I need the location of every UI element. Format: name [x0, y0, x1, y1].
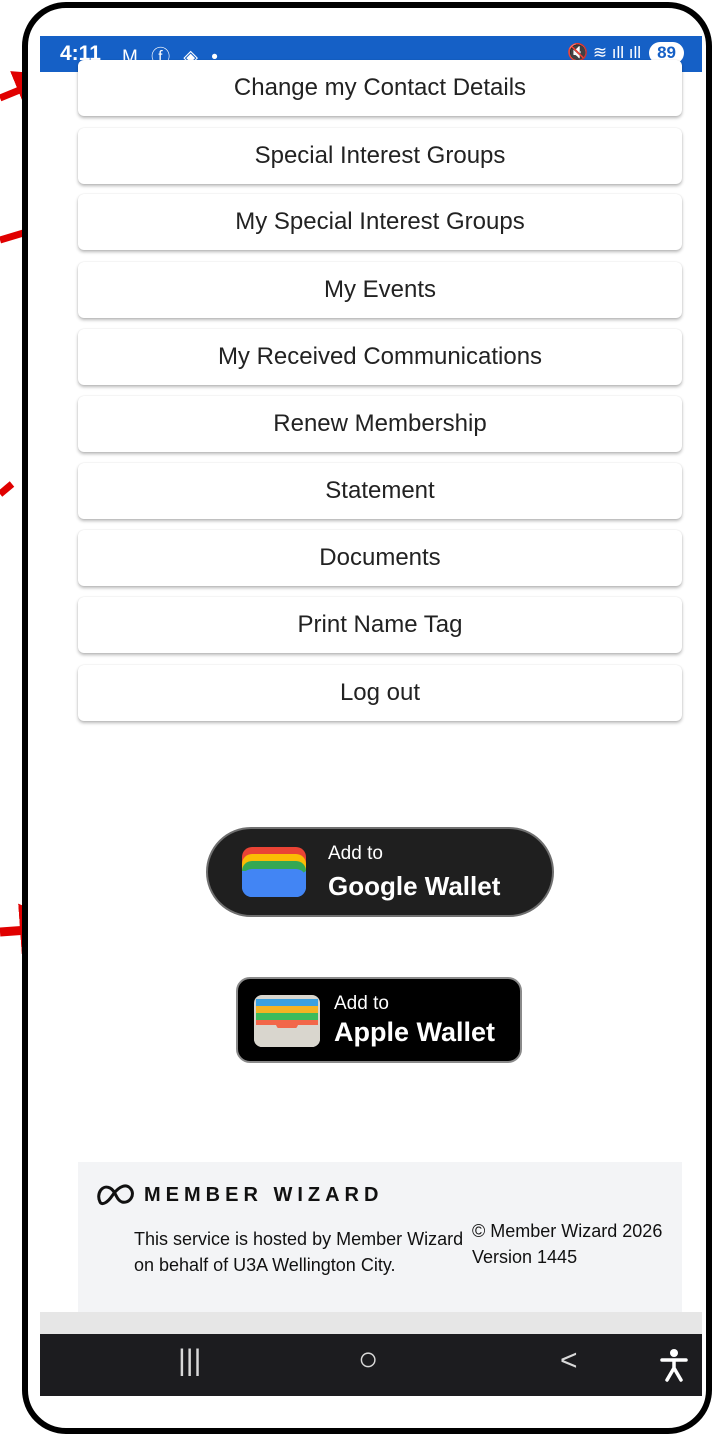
member-wizard-logo: MEMBER WIZARD: [96, 1182, 383, 1208]
statement-button[interactable]: Statement: [78, 463, 682, 519]
apple-wallet-line2: Apple Wallet: [334, 1017, 496, 1047]
sheet-bottom-edge: [40, 1312, 702, 1334]
phone-frame: 4:11 M ⓕ ◈ • 🔇 ≋ ıll ıll 89 Change my Co…: [22, 2, 712, 1434]
google-wallet-icon: [242, 847, 306, 897]
hosting-notice: This service is hosted by Member Wizard …: [134, 1229, 464, 1275]
member-wizard-logo-icon: [97, 1184, 134, 1206]
add-to-google-wallet-button[interactable]: Add to Google Wallet: [206, 827, 554, 917]
copyright-notice: © Member Wizard 2026 Version 1445: [472, 1221, 663, 1267]
special-interest-groups-button[interactable]: Special Interest Groups: [78, 128, 682, 184]
annotation-arrow-3: [0, 481, 15, 497]
google-wallet-line2: Google Wallet: [328, 871, 501, 901]
back-icon[interactable]: <: [560, 1344, 578, 1378]
my-special-interest-groups-button[interactable]: My Special Interest Groups: [78, 194, 682, 250]
screen: 4:11 M ⓕ ◈ • 🔇 ≋ ıll ıll 89 Change my Co…: [40, 36, 702, 1396]
recents-icon[interactable]: |||: [178, 1344, 201, 1378]
google-wallet-line1: Add to: [328, 843, 383, 864]
apple-wallet-icon: [254, 995, 320, 1047]
accessibility-icon[interactable]: [660, 1348, 688, 1382]
footer: MEMBER WIZARD This service is hosted by …: [78, 1162, 682, 1322]
my-events-button[interactable]: My Events: [78, 262, 682, 318]
print-name-tag-button[interactable]: Print Name Tag: [78, 597, 682, 653]
android-nav-bar: ||| ○ <: [40, 1334, 702, 1396]
add-to-apple-wallet-button[interactable]: Add to Apple Wallet: [236, 977, 522, 1063]
renew-membership-button[interactable]: Renew Membership: [78, 396, 682, 452]
change-contact-details-button[interactable]: Change my Contact Details: [78, 60, 682, 116]
log-out-button[interactable]: Log out: [78, 665, 682, 721]
menu-area: Change my Contact Details Special Intere…: [40, 60, 702, 1342]
apple-wallet-line1: Add to: [334, 993, 389, 1014]
documents-button[interactable]: Documents: [78, 530, 682, 586]
home-icon[interactable]: ○: [358, 1340, 379, 1379]
my-received-communications-button[interactable]: My Received Communications: [78, 329, 682, 385]
member-wizard-logo-text: MEMBER WIZARD: [144, 1183, 384, 1206]
